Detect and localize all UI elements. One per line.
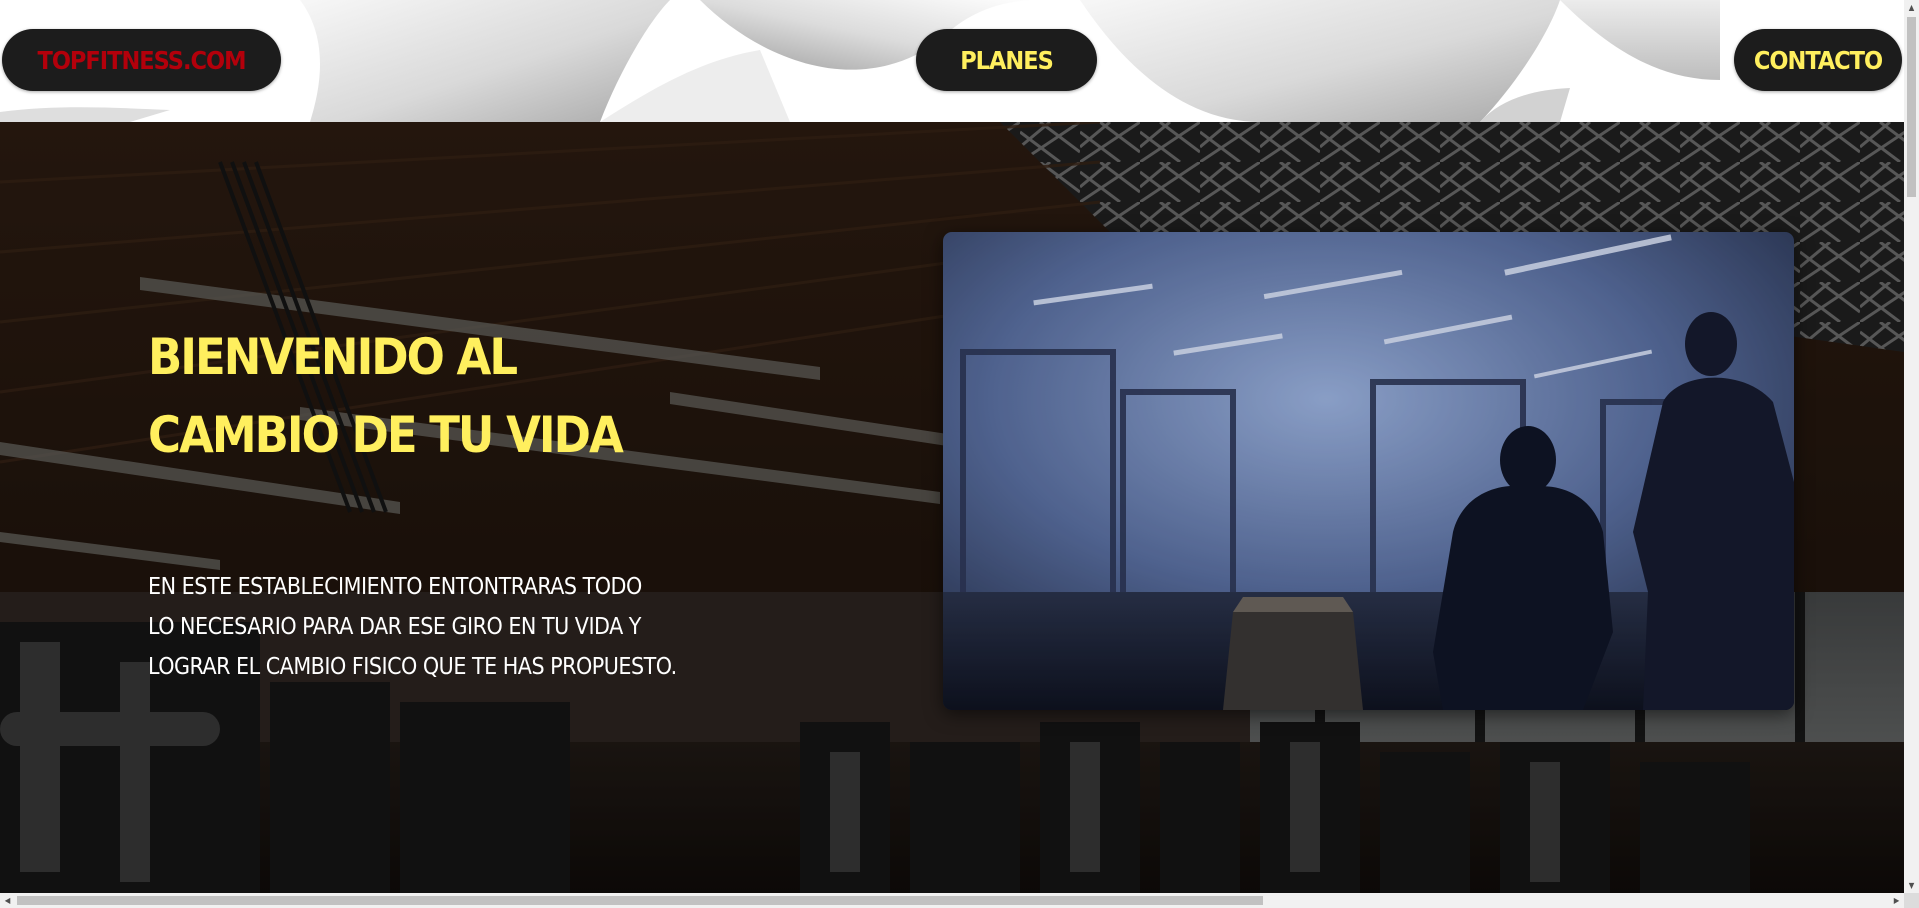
nav-contacto-label: CONTACTO — [1753, 45, 1883, 75]
hero-title: BIENVENIDO AL CAMBIO DE TU VIDA — [148, 318, 624, 474]
page-viewport: TOPFITNESS.COM PLANES CONTACTO BIENVENID… — [0, 0, 1904, 893]
hero-description-line-1: EN ESTE ESTABLECIMIENTO ENTONTRARAS TODO — [148, 574, 642, 600]
vertical-scrollbar[interactable]: ▲ ▼ — [1904, 0, 1919, 893]
hero-title-line-1: BIENVENIDO AL — [148, 328, 518, 386]
site-logo-text: TOPFITNESS.COM — [37, 45, 246, 75]
vertical-scroll-thumb[interactable] — [1907, 17, 1916, 197]
scrollbar-corner — [1904, 893, 1919, 908]
nav-planes-label: PLANES — [960, 45, 1054, 75]
site-logo-link[interactable]: TOPFITNESS.COM — [2, 29, 281, 91]
horizontal-scroll-thumb[interactable] — [17, 896, 1263, 905]
hero-description-line-3: LOGRAR EL CAMBIO FISICO QUE TE HAS PROPU… — [148, 654, 677, 680]
hero-description: EN ESTE ESTABLECIMIENTO ENTONTRARAS TODO… — [148, 567, 708, 687]
scroll-left-icon[interactable]: ◀ — [0, 893, 15, 908]
nav-planes-button[interactable]: PLANES — [916, 29, 1097, 91]
site-header: TOPFITNESS.COM PLANES CONTACTO — [0, 0, 1904, 122]
hero-video[interactable] — [943, 232, 1794, 710]
scroll-right-icon[interactable]: ▶ — [1889, 893, 1904, 908]
scroll-down-icon[interactable]: ▼ — [1904, 878, 1919, 893]
scroll-up-icon[interactable]: ▲ — [1904, 0, 1919, 15]
hero-description-line-2: LO NECESARIO PARA DAR ESE GIRO EN TU VID… — [148, 614, 641, 640]
hero-section: BIENVENIDO AL CAMBIO DE TU VIDA EN ESTE … — [0, 122, 1904, 893]
nav-contacto-button[interactable]: CONTACTO — [1734, 29, 1902, 91]
hero-video-still — [943, 232, 1794, 710]
hero-title-line-2: CAMBIO DE TU VIDA — [148, 406, 624, 464]
horizontal-scrollbar[interactable]: ◀ ▶ — [0, 893, 1904, 908]
